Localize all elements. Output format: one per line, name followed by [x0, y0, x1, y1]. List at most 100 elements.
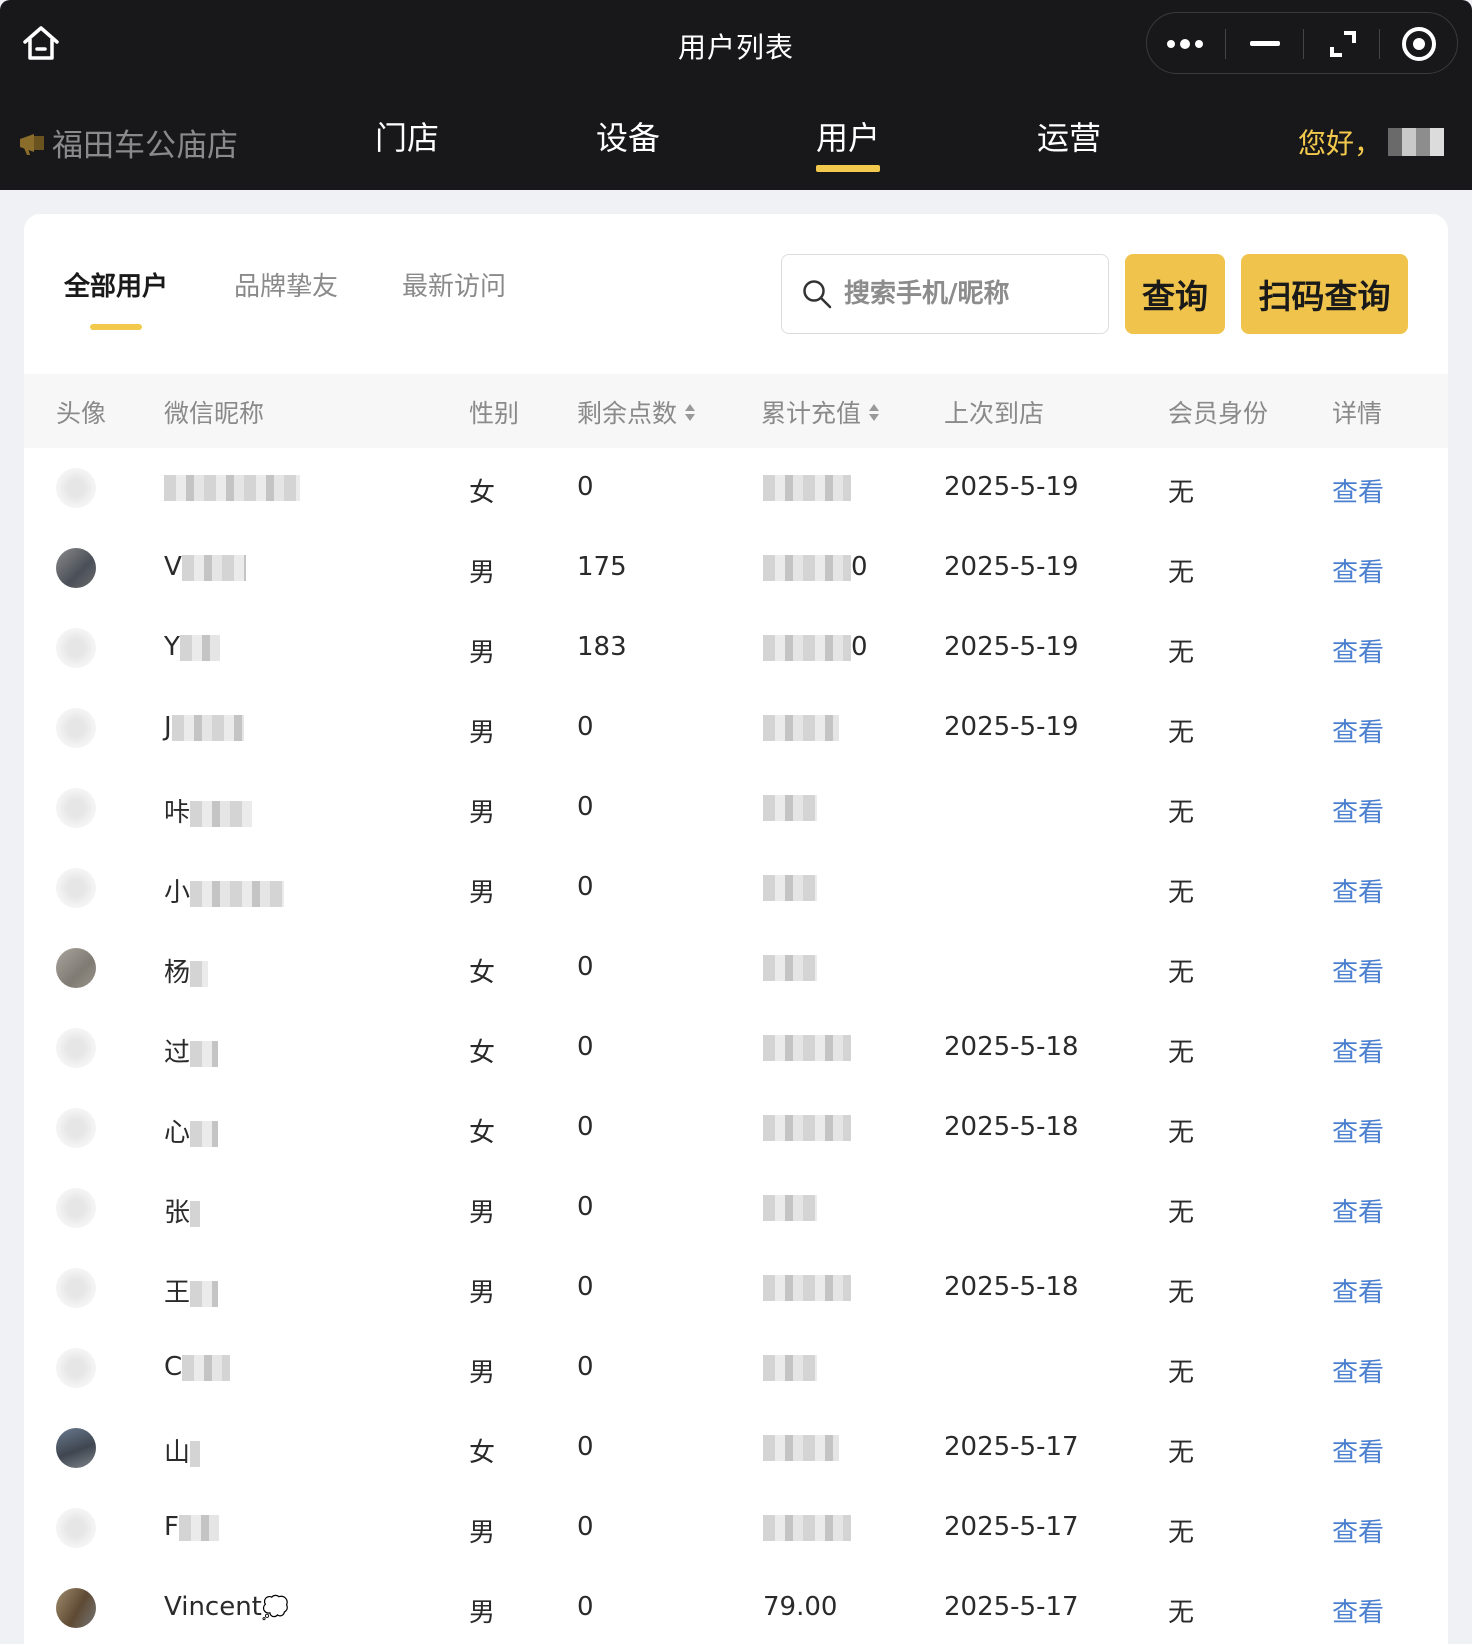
restore-icon[interactable]	[1305, 13, 1381, 75]
blurred-text	[763, 794, 817, 821]
view-link[interactable]: 查看	[1332, 952, 1384, 989]
member-cell: 无	[1168, 718, 1195, 748]
more-dots-icon[interactable]	[1147, 13, 1223, 75]
query-button[interactable]: 查询	[1125, 254, 1225, 334]
points-cell: 0	[577, 1192, 594, 1222]
gender-cell: 男	[469, 1518, 496, 1548]
points-cell: 0	[577, 1432, 594, 1462]
col-points[interactable]: 剩余点数	[577, 394, 696, 430]
view-link[interactable]: 查看	[1332, 1592, 1384, 1629]
blurred-text	[190, 1440, 201, 1467]
table-header: 头像 微信昵称 性别 剩余点数 累计充值 上次到店 会员身份 详情	[24, 374, 1448, 448]
view-link[interactable]: 查看	[1332, 1112, 1384, 1149]
avatar	[56, 548, 96, 588]
points-cell: 175	[577, 552, 627, 582]
col-member: 会员身份	[1168, 399, 1269, 428]
table-body: 女 0 2025-5-19 无 查看 V 男 175 0 2025-5-19 无…	[24, 448, 1448, 1644]
gender-cell: 男	[469, 718, 496, 748]
view-link[interactable]: 查看	[1332, 792, 1384, 829]
tab-brand-friends[interactable]: 品牌挚友	[234, 266, 338, 303]
table-row: F 男 0 2025-5-17 无 查看	[24, 1488, 1448, 1568]
last-visit-cell: 2025-5-18	[944, 1272, 1079, 1302]
member-cell: 无	[1168, 878, 1195, 908]
nickname-cell: 咔	[164, 792, 253, 829]
scan-query-button[interactable]: 扫码查询	[1241, 254, 1408, 334]
view-link[interactable]: 查看	[1332, 1432, 1384, 1469]
user-name-blurred	[1388, 128, 1445, 156]
col-points-label: 剩余点数	[577, 399, 678, 428]
view-link[interactable]: 查看	[1332, 1352, 1384, 1389]
greeting: 您好，	[1298, 122, 1445, 162]
points-cell: 0	[577, 1112, 594, 1142]
last-visit-cell: 2025-5-17	[944, 1512, 1079, 1542]
table-row: Y 男 183 0 2025-5-19 无 查看	[24, 608, 1448, 688]
target-close-icon[interactable]	[1381, 13, 1457, 75]
avatar	[56, 868, 96, 908]
capsule-divider	[1303, 29, 1304, 59]
recharge-cell	[763, 472, 851, 502]
blurred-text	[763, 554, 851, 581]
blurred-text	[763, 474, 851, 501]
blurred-text	[190, 1280, 219, 1307]
avatar	[56, 1428, 96, 1468]
blurred-text	[763, 714, 839, 741]
store-selector[interactable]: 福田车公庙店	[18, 120, 238, 165]
view-link[interactable]: 查看	[1332, 1032, 1384, 1069]
top-bar: 用户列表 福田车公庙店 门店 设备 用户 运营 您好，	[0, 0, 1472, 190]
nav-stores[interactable]: 门店	[375, 113, 439, 159]
tab-all-users[interactable]: 全部用户	[64, 266, 168, 330]
search-input[interactable]	[842, 278, 1096, 310]
table-row: Vincent💭 男 0 79.00 2025-5-17 无 查看	[24, 1568, 1448, 1644]
blurred-text	[763, 1514, 851, 1541]
blurred-text	[763, 874, 817, 901]
recharge-cell	[763, 1512, 851, 1542]
blurred-text	[164, 474, 300, 501]
nav-users[interactable]: 用户	[816, 113, 881, 172]
col-detail: 详情	[1332, 399, 1383, 428]
view-link[interactable]: 查看	[1332, 1192, 1384, 1229]
search-box[interactable]	[781, 254, 1109, 334]
nav-devices[interactable]: 设备	[596, 113, 660, 159]
view-link[interactable]: 查看	[1332, 1512, 1384, 1549]
col-last-visit: 上次到店	[944, 399, 1045, 428]
nickname-cell: 过	[164, 1032, 219, 1069]
col-recharge[interactable]: 累计充值	[761, 394, 880, 430]
nickname-cell	[164, 472, 300, 502]
last-visit-cell: 2025-5-19	[944, 472, 1079, 502]
recharge-cell: 0	[763, 632, 868, 662]
table-row: 过 女 0 2025-5-18 无 查看	[24, 1008, 1448, 1088]
gender-cell: 男	[469, 878, 496, 908]
col-gender: 性别	[469, 399, 520, 428]
points-cell: 0	[577, 1352, 594, 1382]
blurred-text	[190, 960, 209, 987]
view-link[interactable]: 查看	[1332, 712, 1384, 749]
gender-cell: 男	[469, 1598, 496, 1628]
points-cell: 0	[577, 1592, 594, 1622]
points-cell: 183	[577, 632, 627, 662]
view-link[interactable]: 查看	[1332, 1272, 1384, 1309]
sort-icon[interactable]	[869, 403, 880, 421]
points-cell: 0	[577, 792, 594, 822]
view-link[interactable]: 查看	[1332, 552, 1384, 589]
last-visit-cell: 2025-5-19	[944, 712, 1079, 742]
tab-recent-visits[interactable]: 最新访问	[402, 266, 506, 303]
nickname-cell: V	[164, 552, 246, 582]
gender-cell: 男	[469, 558, 496, 588]
view-link[interactable]: 查看	[1332, 632, 1384, 669]
member-cell: 无	[1168, 798, 1195, 828]
view-link[interactable]: 查看	[1332, 872, 1384, 909]
blurred-text	[763, 1274, 851, 1301]
sort-icon[interactable]	[685, 403, 696, 421]
blurred-text	[190, 880, 285, 907]
recharge-cell	[763, 1032, 851, 1062]
nav-operations[interactable]: 运营	[1037, 113, 1101, 159]
gender-cell: 女	[469, 1118, 496, 1148]
member-cell: 无	[1168, 1438, 1195, 1468]
capsule-divider	[1379, 29, 1380, 59]
blurred-text	[763, 1354, 817, 1381]
avatar	[56, 468, 96, 508]
avatar	[56, 708, 96, 748]
blurred-text	[763, 1114, 851, 1141]
view-link[interactable]: 查看	[1332, 472, 1384, 509]
minimize-icon[interactable]	[1227, 13, 1303, 75]
